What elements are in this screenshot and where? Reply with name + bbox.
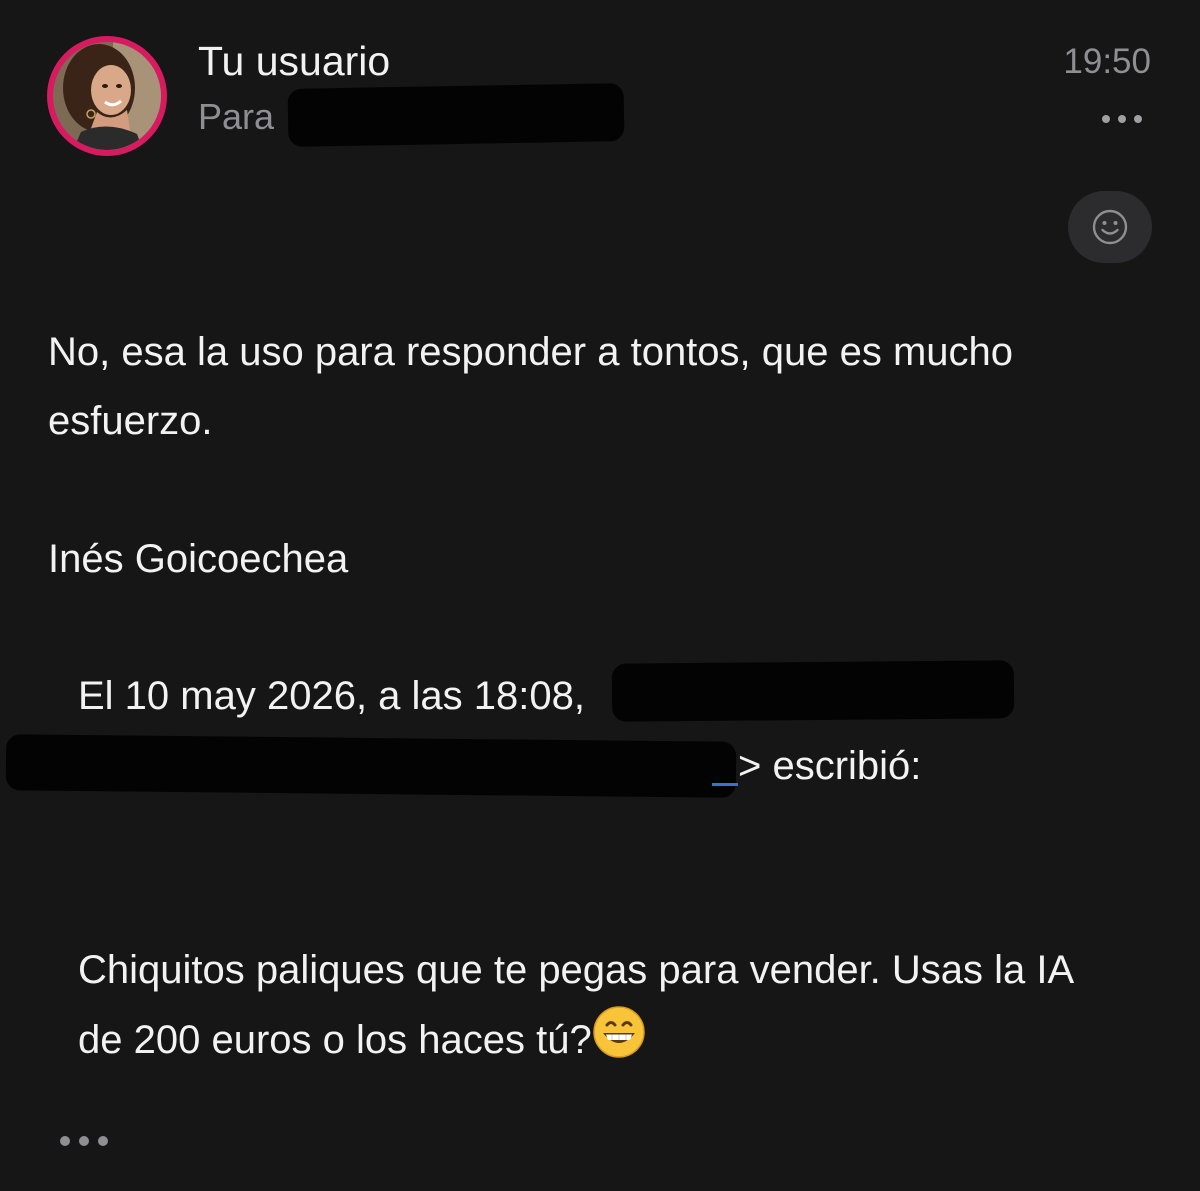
redacted-sender-name (611, 660, 1015, 722)
smiley-icon (1092, 209, 1128, 245)
recipient-row[interactable]: Para (198, 96, 274, 138)
email-link-underline (712, 783, 738, 786)
more-dot (1134, 115, 1142, 123)
more-horizontal-icon (60, 1136, 70, 1146)
more-options-button[interactable] (1102, 115, 1142, 123)
show-trimmed-content-button[interactable] (60, 1136, 108, 1146)
grinning-face-emoji (592, 1006, 645, 1058)
recipient-prefix: Para (198, 96, 275, 137)
more-dot (1118, 115, 1126, 123)
signature: Inés Goicoechea (48, 537, 349, 581)
quote-header-line2-suffix: > escribió: (738, 744, 922, 788)
avatar-photo (53, 42, 161, 150)
more-horizontal-icon (1102, 115, 1110, 123)
more-dot (98, 1136, 108, 1146)
quoted-body-text: Chiquitos paliques que te pegas para ven… (78, 948, 1072, 1062)
more-dot (79, 1136, 89, 1146)
redacted-sender-email[interactable] (5, 734, 737, 798)
redacted-recipient (287, 83, 625, 147)
avatar[interactable] (47, 36, 167, 156)
message-body: No, esa la uso para responder a tontos, … (48, 330, 1014, 443)
message-time: 19:50 (1063, 42, 1151, 81)
quoted-body: Chiquitos paliques que te pegas para ven… (78, 936, 1118, 1075)
reaction-button[interactable] (1068, 191, 1152, 263)
sender-name[interactable]: Tu usuario (198, 38, 390, 85)
